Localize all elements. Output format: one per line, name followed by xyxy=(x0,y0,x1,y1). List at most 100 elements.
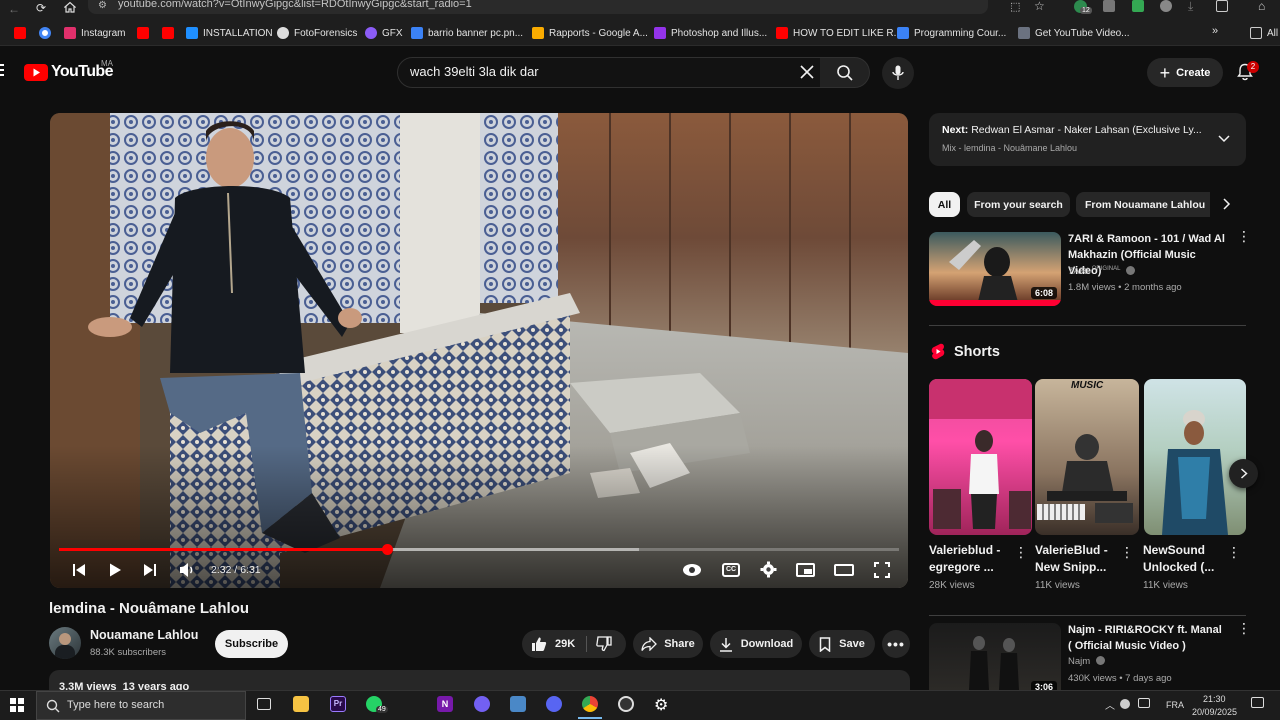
short-menu-icon-3[interactable]: ⋮ xyxy=(1227,545,1241,559)
captions-button[interactable]: CC xyxy=(722,563,740,577)
bookmark-youtube-2[interactable] xyxy=(137,25,154,41)
extension-d-icon[interactable] xyxy=(1103,0,1115,12)
pc-app-icon[interactable] xyxy=(510,696,526,712)
download-icon[interactable]: ⤓ xyxy=(1188,0,1193,14)
short-thumbnail-3[interactable] xyxy=(1144,379,1246,535)
autoplay-toggle[interactable] xyxy=(682,562,702,578)
task-view-icon[interactable] xyxy=(257,698,271,710)
shorts-next-button[interactable] xyxy=(1229,459,1258,488)
bookmark-programming[interactable]: Programming Cour... xyxy=(897,25,1006,41)
youtube-logo[interactable]: YouTube xyxy=(24,63,113,81)
short-thumbnail-1[interactable] xyxy=(929,379,1032,535)
chrome-icon[interactable] xyxy=(582,696,598,712)
discord-icon[interactable] xyxy=(546,696,562,712)
bookmark-how-to-edit[interactable]: HOW TO EDIT LIKE R... xyxy=(776,25,902,41)
description-box[interactable]: 3.3M views 13 years ago xyxy=(49,670,910,690)
clock-time[interactable]: 21:30 xyxy=(1203,694,1226,704)
volume-button[interactable] xyxy=(178,561,196,579)
video-player[interactable]: 2:32 / 6:31 CC xyxy=(50,113,908,588)
video-thumbnail-1[interactable]: 6:08 xyxy=(929,232,1061,306)
taskbar-search-box[interactable]: Type here to search xyxy=(36,691,246,720)
windows-start-button[interactable] xyxy=(10,698,24,712)
language-indicator[interactable]: FRA xyxy=(1166,700,1184,710)
bookmark-instagram[interactable]: Instagram xyxy=(64,25,125,41)
channel-avatar[interactable] xyxy=(49,627,81,659)
bookmark-get-youtube[interactable]: Get YouTube Video... xyxy=(1018,25,1130,41)
short-title-1[interactable]: Valerieblud - egregore ... xyxy=(929,542,1009,576)
like-button[interactable]: 29K xyxy=(522,630,586,658)
install-app-icon[interactable]: ⬚ xyxy=(1010,0,1020,13)
premiere-pro-icon[interactable]: Pr xyxy=(330,696,346,712)
time-total: 6:31 xyxy=(240,564,261,576)
subscribe-button[interactable]: Subscribe xyxy=(215,630,288,658)
search-button[interactable] xyxy=(820,57,870,88)
bookmarks-overflow-icon[interactable]: » xyxy=(1212,25,1218,37)
video-title-2[interactable]: Najm - RIRI&ROCKY ft. Manal ( Official M… xyxy=(1068,622,1228,654)
extensions-puzzle-icon[interactable] xyxy=(1216,0,1228,12)
clock-date[interactable]: 20/09/2025 xyxy=(1192,707,1237,717)
notification-center-icon[interactable] xyxy=(1251,697,1264,708)
bookmark-rapports[interactable]: Rapports - Google A... xyxy=(532,25,648,41)
short-title-2[interactable]: ValerieBlud - New Snipp... xyxy=(1035,542,1115,576)
extension-green-icon[interactable] xyxy=(1132,0,1144,12)
theater-mode-button[interactable] xyxy=(834,564,854,576)
save-button[interactable]: Save xyxy=(809,630,875,658)
collapse-mix-icon[interactable] xyxy=(1218,134,1230,144)
short-thumbnail-2[interactable]: MUSIC xyxy=(1035,379,1139,535)
bookmark-google[interactable] xyxy=(39,25,56,41)
network-icon[interactable] xyxy=(1138,698,1150,708)
home-icon[interactable] xyxy=(64,1,76,13)
file-explorer-icon[interactable] xyxy=(293,696,309,712)
tray-overflow-icon[interactable]: ︿ xyxy=(1105,697,1115,712)
next-button[interactable] xyxy=(142,562,158,578)
miniplayer-button[interactable] xyxy=(796,563,815,577)
up-next-panel[interactable]: Next: Redwan El Asmar - Naker Lahsan (Ex… xyxy=(929,113,1246,166)
scrubber-handle[interactable] xyxy=(381,544,393,555)
next-prefix: Next: xyxy=(942,124,969,136)
site-info-icon[interactable]: ⚙ xyxy=(98,0,107,11)
bookmark-gfx[interactable]: GFX xyxy=(365,25,403,41)
settings-button[interactable] xyxy=(760,561,777,578)
channel-name[interactable]: Nouamane Lahlou xyxy=(90,628,198,642)
download-button[interactable]: Download xyxy=(710,630,802,658)
fullscreen-button[interactable] xyxy=(874,562,890,578)
tray-app-icon[interactable] xyxy=(1120,699,1130,709)
chips-next-icon[interactable] xyxy=(1222,198,1231,210)
settings-gear-icon[interactable]: ⚙ xyxy=(654,695,668,715)
video-thumbnail-2[interactable]: 3:06 xyxy=(929,623,1061,690)
chip-from-channel[interactable]: From Nouamane Lahlou xyxy=(1076,192,1210,217)
onenote-icon[interactable]: N xyxy=(437,696,453,712)
voice-search-button[interactable] xyxy=(882,57,914,89)
bookmark-youtube-3[interactable] xyxy=(162,25,179,41)
profile-menu-icon[interactable]: ⌂ xyxy=(1258,0,1265,13)
create-button[interactable]: + Create xyxy=(1147,58,1223,87)
video-menu-icon-2[interactable]: ⋮ xyxy=(1237,621,1251,635)
back-icon[interactable]: ← xyxy=(8,2,20,16)
chip-all[interactable]: All xyxy=(929,192,960,217)
more-actions-button[interactable]: ••• xyxy=(882,630,910,658)
bookmark-photoshop[interactable]: Photoshop and Illus... xyxy=(654,25,767,41)
short-title-3[interactable]: NewSound Unlocked (... xyxy=(1143,542,1221,576)
play-button[interactable] xyxy=(107,562,123,578)
extension-gray-icon[interactable] xyxy=(1160,0,1172,12)
chip-from-your-search[interactable]: From your search xyxy=(967,192,1070,217)
video-menu-icon-1[interactable]: ⋮ xyxy=(1237,229,1251,243)
short-menu-icon-1[interactable]: ⋮ xyxy=(1014,545,1028,559)
reload-icon[interactable]: ⟳ xyxy=(36,1,46,15)
dislike-button[interactable] xyxy=(596,636,612,652)
video-channel-1[interactable]: 7ARI ORIGINAL xyxy=(1068,266,1136,277)
short-menu-icon-2[interactable]: ⋮ xyxy=(1120,545,1134,559)
share-button[interactable]: Share xyxy=(633,630,703,658)
video-channel-2[interactable]: Najm xyxy=(1068,656,1105,667)
clear-search-icon[interactable] xyxy=(798,63,816,81)
viber-icon[interactable] xyxy=(474,696,490,712)
obs-icon[interactable] xyxy=(618,696,634,712)
bookmark-fotoforensics[interactable]: FotoForensics xyxy=(277,25,357,41)
bookmark-barrio-banner[interactable]: barrio banner pc.pn... xyxy=(411,25,523,41)
bookmark-star-icon[interactable]: ☆ xyxy=(1034,0,1045,13)
bookmark-installation[interactable]: INSTALLATION xyxy=(186,25,273,41)
menu-icon[interactable] xyxy=(0,64,4,76)
all-bookmarks[interactable]: All xyxy=(1250,25,1278,41)
previous-button[interactable] xyxy=(71,562,87,578)
bookmark-youtube-1[interactable] xyxy=(14,25,31,41)
